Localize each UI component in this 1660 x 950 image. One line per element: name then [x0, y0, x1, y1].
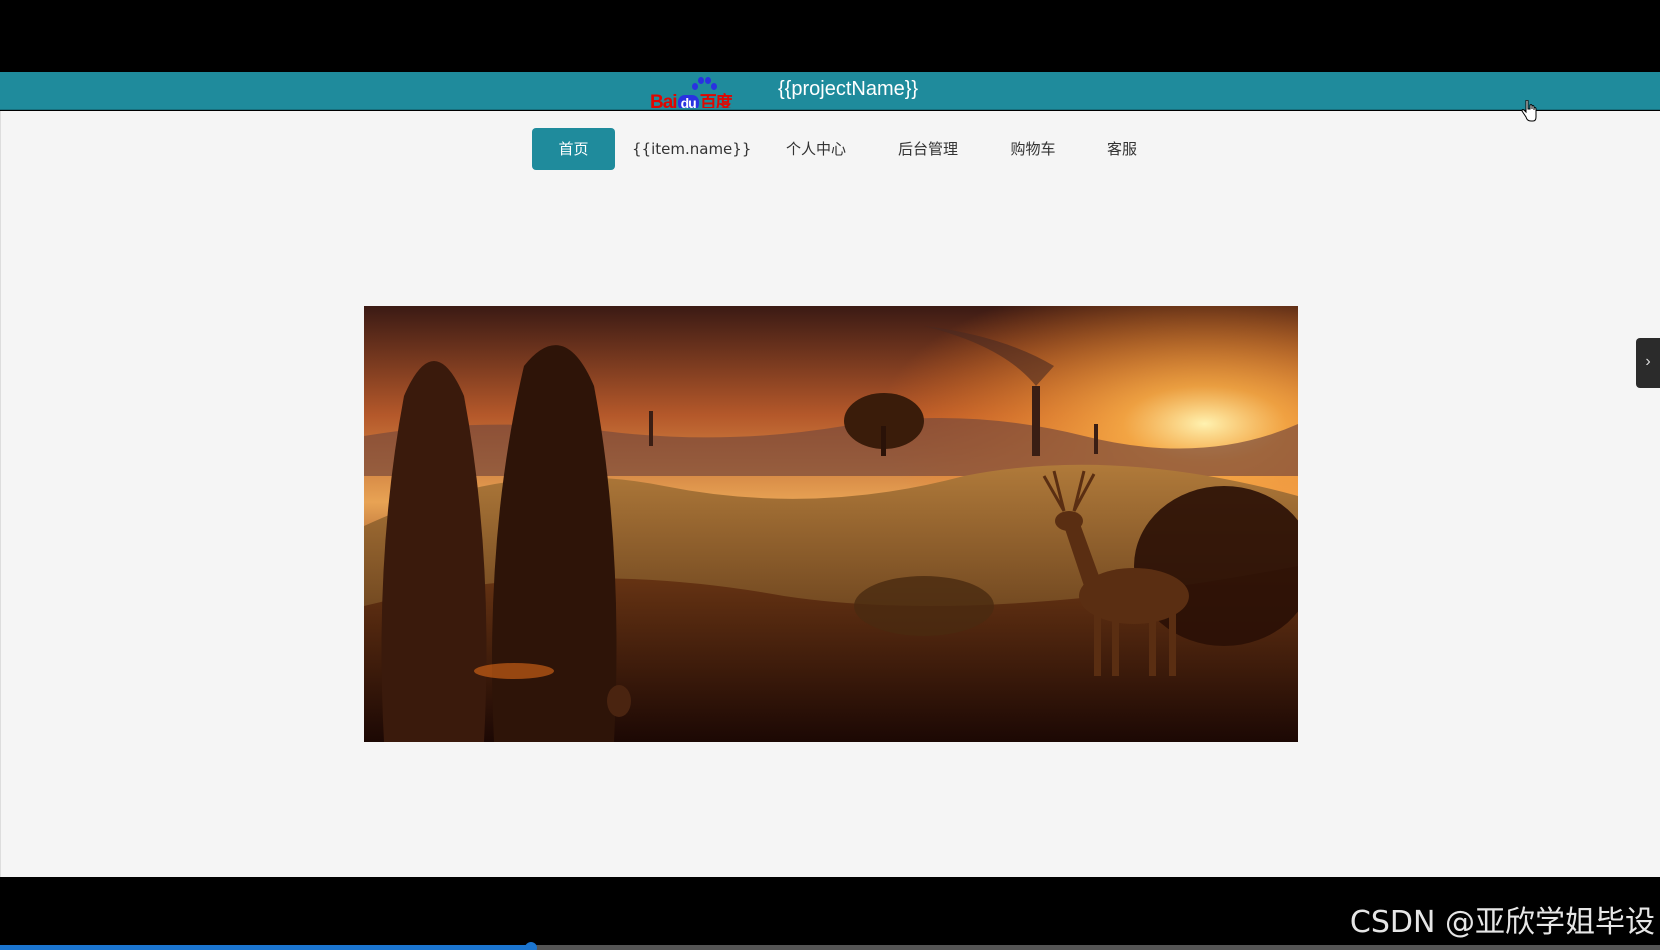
- main-content: 首页 {{item.name}} 个人中心 后台管理 购物车 客服: [0, 111, 1660, 877]
- logo-du-text: du: [677, 95, 699, 108]
- banner-image[interactable]: [364, 306, 1298, 742]
- main-nav: 首页 {{item.name}} 个人中心 后台管理 购物车 客服: [1, 128, 1660, 170]
- letterbox-top: [0, 0, 1660, 72]
- page: Bai du 百度 {{projectName}} 首页 {{item.name}}…: [0, 0, 1660, 950]
- landscape-deer-sunset-image: [364, 306, 1298, 742]
- video-progress-fill: [0, 945, 532, 950]
- hand-cursor-icon: [1521, 100, 1537, 122]
- video-progress-knob[interactable]: [525, 942, 538, 950]
- nav-item-home[interactable]: 首页: [532, 128, 615, 170]
- nav-item-profile[interactable]: 个人中心: [775, 128, 857, 170]
- watermark-text: CSDN @亚欣学姐毕设: [1349, 905, 1655, 940]
- logo-bai-text: Bai: [650, 92, 678, 108]
- nav-item-admin[interactable]: 后台管理: [888, 128, 968, 170]
- nav-item-cart[interactable]: 购物车: [1000, 128, 1066, 170]
- logo-cn-text: 百度: [699, 93, 733, 108]
- carousel-next-button[interactable]: ›: [1636, 338, 1660, 388]
- video-progress-bar[interactable]: [0, 942, 1660, 950]
- nav-item-service[interactable]: 客服: [1097, 128, 1147, 170]
- baidu-logo[interactable]: Bai du 百度: [650, 76, 750, 108]
- logo-wordmark: Bai du 百度: [650, 88, 733, 108]
- nav-item-dynamic[interactable]: {{item.name}}: [632, 128, 751, 170]
- project-name-title: {{projectName}}: [778, 78, 919, 100]
